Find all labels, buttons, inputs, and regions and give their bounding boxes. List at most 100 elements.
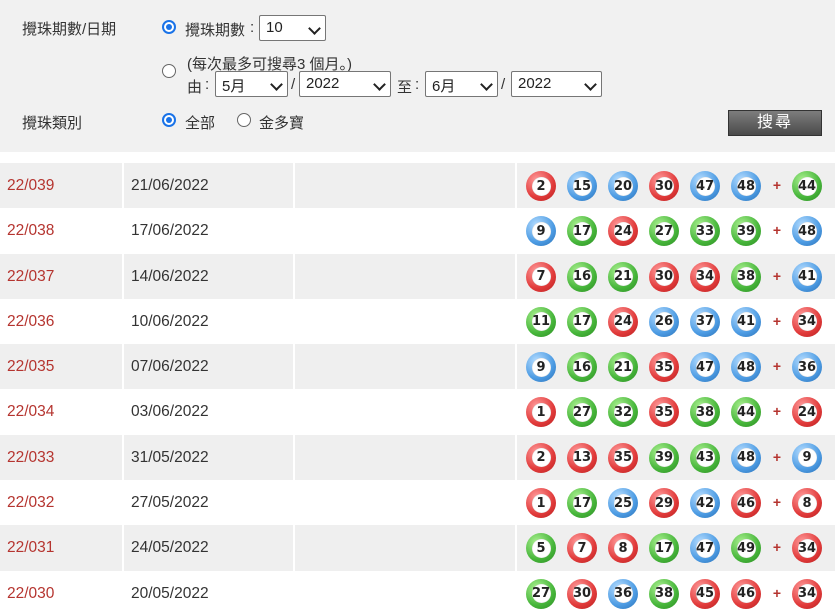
ball-number: 5 [531, 538, 551, 558]
ball-number: 16 [572, 267, 592, 287]
search-button[interactable]: 搜尋 [728, 110, 822, 136]
colon-separator: : [205, 76, 210, 93]
draw-date: 21/06/2022 [131, 177, 209, 194]
number-ball: 15 [567, 171, 597, 201]
ball-number: 36 [613, 584, 633, 604]
number-ball: 17 [567, 216, 597, 247]
empty-cell [295, 253, 515, 299]
number-ball: 48 [731, 442, 761, 473]
ball-number: 35 [654, 357, 674, 377]
ball-number: 36 [797, 357, 817, 377]
from-month-select[interactable]: 5月 [215, 71, 288, 97]
ball-number: 1 [531, 493, 551, 513]
draw-number[interactable]: 22/031 [7, 539, 54, 556]
ball-number: 30 [572, 584, 592, 604]
to-month-select[interactable]: 6月 [425, 71, 498, 97]
ball-number: 30 [654, 176, 674, 196]
draw-number[interactable]: 22/035 [7, 358, 54, 375]
draw-category-label: 攪珠類別 [22, 115, 83, 132]
number-ball: 20 [608, 171, 638, 201]
number-ball: 9 [526, 352, 556, 383]
number-ball: 38 [731, 261, 761, 292]
chevron-down-icon [308, 22, 321, 35]
table-row: 22/031 24/05/2022 5 7 8 17 47 49 +34 [0, 525, 835, 571]
ball-number: 8 [797, 493, 817, 513]
ball-number: 7 [572, 538, 592, 558]
draw-number[interactable]: 22/036 [7, 313, 54, 330]
from-year-select[interactable]: 2022 [299, 71, 391, 97]
number-ball: 46 [731, 488, 761, 519]
radio-category-all[interactable] [162, 113, 176, 127]
extra-number-ball: 8 [792, 488, 822, 519]
to-label: 至 [397, 79, 413, 96]
from-year-value: 2022 [306, 75, 340, 92]
draw-count-select[interactable]: 10 [259, 15, 326, 41]
draw-date: 31/05/2022 [131, 448, 209, 466]
radio-category-snowball[interactable] [237, 113, 251, 127]
ball-number: 2 [531, 176, 551, 196]
draw-number[interactable]: 22/032 [7, 494, 54, 511]
number-ball: 38 [649, 578, 679, 609]
radio-by-draw-count[interactable] [162, 20, 176, 34]
radio-by-date-range[interactable] [162, 64, 176, 78]
draw-number[interactable]: 22/038 [7, 222, 54, 239]
ball-number: 48 [736, 176, 756, 196]
draw-count-value: 10 [266, 19, 283, 36]
ball-number: 2 [531, 448, 551, 468]
empty-cell [295, 208, 515, 253]
draw-date-cell: 24/05/2022 [124, 525, 293, 571]
draw-number[interactable]: 22/034 [7, 403, 54, 420]
drawn-numbers-cell: 11 17 24 26 37 41 +34 [517, 299, 835, 344]
draw-number-cell: 22/031 [0, 525, 122, 571]
colon-separator: : [250, 19, 255, 36]
ball-number: 20 [613, 176, 633, 196]
number-ball: 27 [649, 216, 679, 247]
to-year-select[interactable]: 2022 [511, 71, 602, 97]
drawn-numbers-cell: 2 15 20 30 47 48 +44 [517, 163, 835, 209]
number-ball: 32 [608, 397, 638, 428]
empty-cell [295, 480, 515, 525]
draw-date-cell: 07/06/2022 [124, 344, 293, 390]
ball-number: 34 [797, 538, 817, 558]
drawn-numbers-cell: 9 16 21 35 47 48 +36 [517, 344, 835, 390]
number-ball: 17 [567, 306, 597, 337]
number-ball: 16 [567, 261, 597, 292]
number-ball: 11 [526, 306, 556, 337]
number-ball: 13 [567, 442, 597, 473]
draw-number[interactable]: 22/039 [7, 177, 54, 194]
number-ball: 45 [690, 578, 720, 609]
ball-number: 30 [654, 267, 674, 287]
ball-number: 9 [531, 357, 551, 377]
to-year-value: 2022 [518, 75, 552, 92]
draw-number-cell: 22/034 [0, 389, 122, 434]
number-ball: 17 [649, 533, 679, 564]
number-ball: 25 [608, 488, 638, 519]
empty-cell [295, 525, 515, 571]
ball-number: 9 [531, 221, 551, 241]
table-row: 22/038 17/06/2022 9 17 24 27 33 39 +48 [0, 208, 835, 253]
ball-number: 49 [736, 538, 756, 558]
search-filter-panel: 攪珠期數/日期 攪珠期數 : 10 (每次最多可搜尋3 個月。) 由 : 5月 … [0, 0, 835, 152]
ball-number: 17 [572, 312, 592, 332]
by-draw-count-label: 攪珠期數 [185, 22, 246, 39]
ball-number: 34 [797, 584, 817, 604]
draw-date: 03/06/2022 [131, 403, 209, 421]
category-all-label: 全部 [185, 115, 216, 132]
ball-number: 27 [572, 402, 592, 422]
draw-number[interactable]: 22/037 [7, 268, 54, 285]
ball-number: 44 [797, 176, 817, 196]
number-ball: 47 [690, 533, 720, 564]
draw-number[interactable]: 22/033 [7, 449, 54, 466]
empty-cell [295, 571, 515, 616]
table-row: 22/036 10/06/2022 11 17 24 26 37 41 +34 [0, 299, 835, 344]
ball-number: 35 [654, 402, 674, 422]
ball-number: 38 [654, 584, 674, 604]
number-ball: 48 [731, 171, 761, 201]
number-ball: 21 [608, 352, 638, 383]
draw-number[interactable]: 22/030 [7, 585, 54, 602]
number-ball: 30 [649, 261, 679, 292]
ball-number: 27 [654, 221, 674, 241]
draw-date-cell: 21/06/2022 [124, 163, 293, 209]
empty-cell [295, 434, 515, 481]
number-ball: 29 [649, 488, 679, 519]
